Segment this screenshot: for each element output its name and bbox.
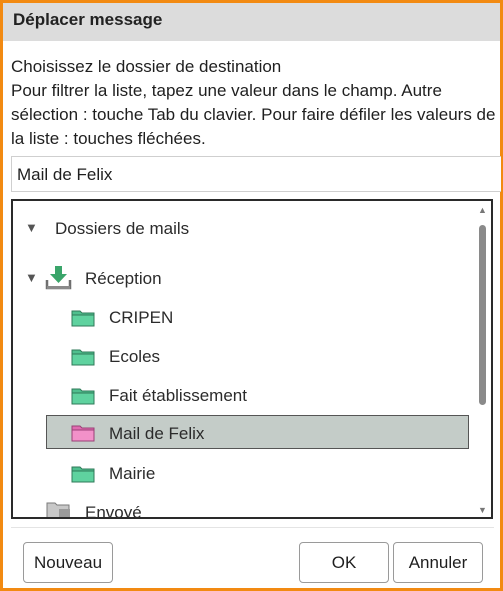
folder-icon bbox=[71, 310, 95, 327]
tree-scrollbar[interactable]: ▲ ▼ bbox=[476, 205, 488, 515]
tree-item-folder[interactable]: Mairie bbox=[13, 454, 473, 492]
tree-item-label: Envoyé bbox=[85, 503, 142, 519]
dialog-title: Déplacer message bbox=[3, 3, 500, 41]
scroll-up-arrow-icon[interactable]: ▲ bbox=[478, 205, 487, 215]
folder-icon bbox=[71, 425, 95, 442]
instructions-text: Choisissez le dossier de destination Pou… bbox=[11, 55, 496, 151]
sent-folder-icon bbox=[46, 502, 70, 517]
tree-item-sent[interactable]: Envoyé bbox=[13, 493, 473, 519]
tree-item-inbox[interactable]: ▼ Réception bbox=[13, 259, 473, 297]
instructions-line: Choisissez le dossier de destination Pou… bbox=[11, 57, 496, 148]
inbox-download-icon bbox=[45, 266, 72, 290]
folder-tree[interactable]: ▼ Dossiers de mails ▼ Réception CRIPEN E… bbox=[11, 199, 493, 519]
collapse-arrow-icon[interactable]: ▼ bbox=[25, 220, 38, 235]
tree-item-label: Fait établissement bbox=[109, 386, 247, 405]
tree-item-label: Mairie bbox=[109, 464, 156, 483]
tree-item-label: Réception bbox=[85, 269, 162, 288]
tree-item-label: Ecoles bbox=[109, 347, 161, 366]
scrollbar-thumb[interactable] bbox=[479, 225, 486, 405]
folder-icon bbox=[71, 388, 95, 405]
tree-item-folder[interactable]: Fait établissement bbox=[13, 376, 473, 414]
tree-item-label: Mail de Felix bbox=[109, 424, 205, 443]
tree-item-label: CRIPEN bbox=[109, 308, 174, 327]
folder-filter-input[interactable]: Mail de Felix bbox=[11, 156, 501, 192]
tree-item-folder[interactable]: Ecoles bbox=[13, 337, 473, 375]
ok-button[interactable]: OK bbox=[299, 542, 389, 583]
new-folder-button[interactable]: Nouveau bbox=[23, 542, 113, 583]
footer-divider bbox=[11, 527, 494, 528]
tree-item-folder-selected[interactable]: Mail de Felix bbox=[46, 415, 469, 449]
scroll-down-arrow-icon[interactable]: ▼ bbox=[478, 505, 487, 515]
tree-item-folder[interactable]: CRIPEN bbox=[13, 298, 473, 336]
collapse-arrow-icon[interactable]: ▼ bbox=[25, 270, 38, 285]
folder-icon bbox=[71, 466, 95, 483]
tree-root-label: Dossiers de mails bbox=[55, 219, 190, 238]
move-message-dialog: Déplacer message Choisissez le dossier d… bbox=[0, 0, 503, 591]
cancel-button[interactable]: Annuler bbox=[393, 542, 483, 583]
folder-icon bbox=[71, 349, 95, 366]
tree-root-row[interactable]: ▼ Dossiers de mails bbox=[13, 209, 473, 247]
